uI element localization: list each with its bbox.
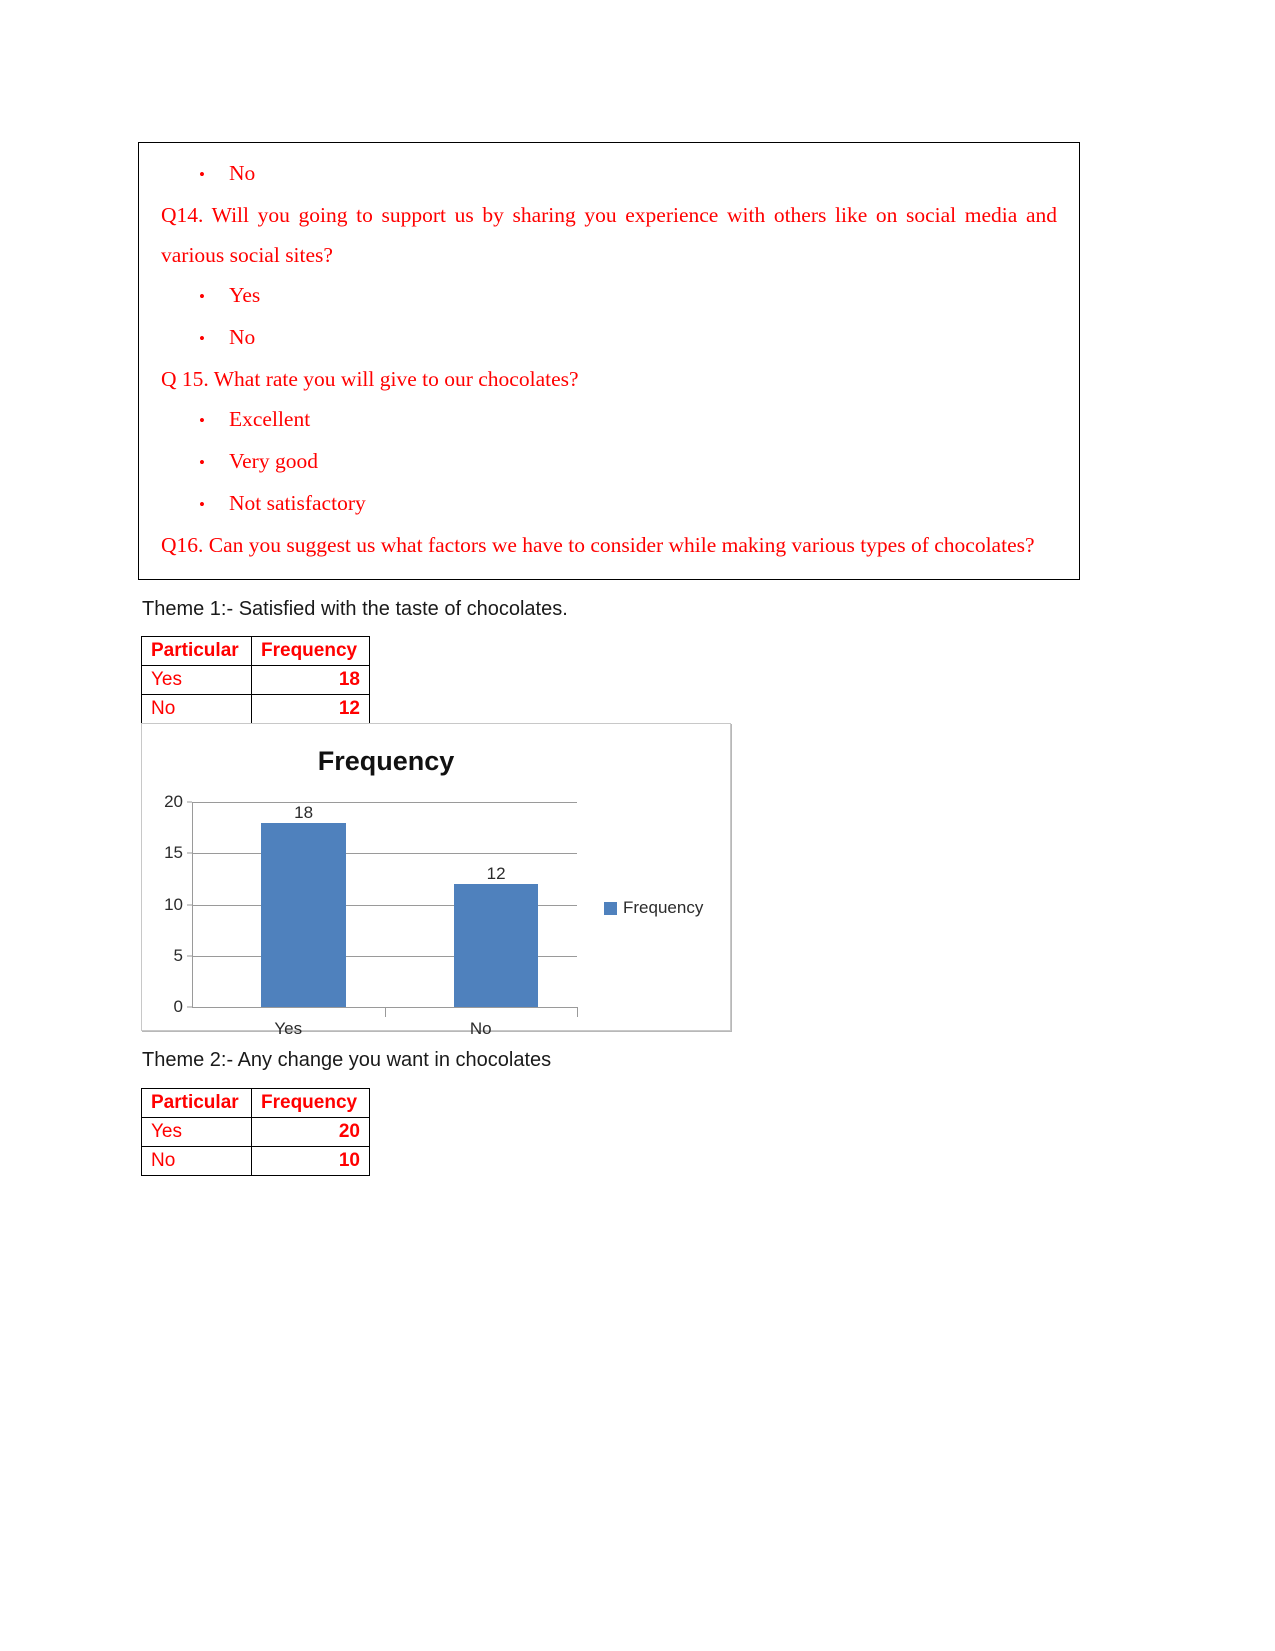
chart-data-label: 12 (486, 864, 506, 883)
questionnaire-box: • No Q14. Will you going to support us b… (138, 142, 1080, 580)
chart-ytick-label: 0 (173, 997, 183, 1016)
table-row: Yes 20 (141, 1117, 370, 1147)
chart-legend[interactable]: Frequency (604, 898, 703, 918)
table-row: Yes 18 (141, 665, 370, 695)
column-header-frequency: Frequency (251, 636, 370, 666)
chart-gridline (192, 853, 577, 855)
question-q15: Q 15. What rate you will give to our cho… (161, 367, 579, 391)
table-row: No 10 (141, 1146, 370, 1176)
chart-title: Frequency (317, 746, 455, 776)
column-header-particular: Particular (141, 636, 252, 666)
chart-xtick-mark (384, 1007, 386, 1017)
theme2-heading: Theme 2:- Any change you want in chocola… (142, 1049, 552, 1071)
bullet-icon: • (199, 165, 205, 184)
chart-ytick-label: 20 (164, 792, 183, 811)
list-item: • Very good (161, 441, 1057, 483)
chart-ytick-mark (187, 955, 192, 957)
bullet-icon: • (199, 495, 205, 514)
legend-swatch-icon (604, 901, 617, 915)
cell-frequency: 10 (251, 1146, 370, 1176)
cell-frequency: 20 (251, 1117, 370, 1147)
table-row: No 12 (141, 694, 370, 724)
table-header-row: Particular Frequency (141, 1088, 370, 1118)
cell-particular: No (141, 694, 252, 724)
chart-data-label: 18 (294, 802, 314, 822)
list-item-label: No (229, 161, 256, 185)
theme1-frequency-table: Particular Frequency Yes 18 No 12 (141, 636, 370, 724)
bullet-icon: • (199, 453, 205, 472)
chart-xtick-label: Yes (274, 1019, 303, 1038)
chart-ytick-label: 15 (164, 843, 183, 863)
column-header-frequency: Frequency (251, 1088, 370, 1118)
question-q14: Q14. Will you going to support us by sha… (161, 203, 1057, 267)
cell-particular: Yes (141, 665, 252, 695)
frequency-bar-chart[interactable]: Frequency 0 5 10 15 20 18 12 Yes No Freq… (141, 723, 731, 1038)
list-item: • Excellent (161, 399, 1057, 441)
chart-ytick-mark (187, 904, 192, 905)
list-item: • No (161, 153, 1057, 195)
chart-xtick-label: No (469, 1019, 492, 1038)
list-item-label: Not satisfactory (229, 491, 366, 515)
question-q16: Q16. Can you suggest us what factors we … (161, 533, 1035, 557)
cell-frequency: 12 (251, 694, 370, 724)
list-item-label: No (229, 325, 256, 349)
column-header-particular: Particular (141, 1088, 252, 1118)
chart-ytick-mark (187, 1006, 192, 1008)
chart-xtick-mark (577, 1007, 578, 1017)
cell-frequency: 18 (251, 665, 370, 695)
list-item: • Not satisfactory (161, 483, 1057, 525)
chart-ytick-mark (187, 852, 192, 854)
chart-ytick-mark (187, 801, 192, 803)
legend-label: Frequency (623, 898, 704, 917)
table-header-row: Particular Frequency (141, 636, 370, 666)
chart-bar[interactable] (453, 884, 539, 1007)
list-item-label: Excellent (229, 407, 311, 431)
theme1-heading: Theme 1:- Satisfied with the taste of ch… (142, 598, 568, 620)
cell-particular: No (141, 1146, 252, 1176)
chart-gridline (192, 802, 577, 803)
chart-bar[interactable] (261, 822, 346, 1007)
list-item-label: Yes (229, 283, 261, 307)
bullet-icon: • (199, 411, 205, 430)
chart-ytick-label: 10 (164, 894, 183, 914)
theme2-frequency-table: Particular Frequency Yes 20 No 10 (141, 1088, 370, 1176)
list-item: • No (161, 317, 1057, 359)
list-item: • Yes (161, 275, 1057, 317)
cell-particular: Yes (141, 1117, 252, 1147)
chart-ytick-label: 5 (173, 945, 183, 965)
list-item-label: Very good (229, 449, 318, 473)
bullet-icon: • (199, 287, 205, 306)
chart-plot-area: 0 5 10 15 20 18 12 Yes No (164, 792, 578, 1038)
bullet-icon: • (199, 329, 205, 348)
